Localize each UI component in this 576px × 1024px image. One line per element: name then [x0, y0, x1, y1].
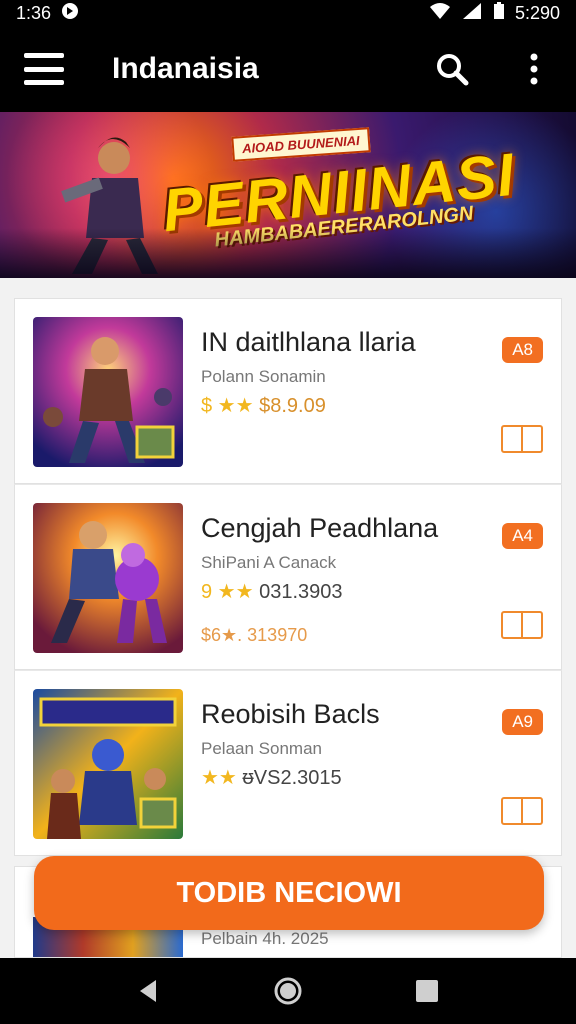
install-icon[interactable]	[501, 425, 543, 453]
game-publisher: ShiPani A Canack	[201, 553, 337, 572]
list-item[interactable]: Cengjah Peadhlana ShiPani A Canack 9 ★★ …	[14, 484, 562, 670]
rating-stars: 9 ★★	[201, 581, 254, 603]
recents-square-icon[interactable]	[407, 971, 447, 1011]
app-bar: Indanaisia	[0, 26, 576, 112]
game-publisher: Pelaan Sonman	[201, 739, 322, 758]
app-title: Indanaisia	[112, 52, 259, 85]
status-right: 5:290	[429, 1, 560, 25]
list-item[interactable]: IN daitlhlana llaria Polann Sonamin $ ★★…	[14, 298, 562, 484]
game-price: $8.9.09	[259, 395, 326, 417]
game-sale-price: $6★. 313970	[201, 625, 308, 645]
primary-action-button[interactable]: TODIB NECIOWI	[34, 856, 544, 930]
back-triangle-icon[interactable]	[129, 971, 169, 1011]
home-circle-icon[interactable]	[268, 971, 308, 1011]
signal-icon	[461, 2, 483, 25]
install-icon[interactable]	[501, 797, 543, 825]
game-title: IN daitlhlana llaria	[201, 327, 416, 357]
game-title: Cengjah Peadhlana	[201, 513, 439, 543]
game-publisher: Polann Sonamin	[201, 367, 326, 386]
game-price: 031.3903	[259, 581, 343, 603]
game-rating-price: 9 ★★ 031.3903	[201, 579, 343, 604]
hamburger-menu-icon[interactable]	[24, 53, 64, 85]
system-nav-bar	[0, 958, 576, 1024]
rating-stars: ★★	[201, 767, 237, 789]
battery-level: 5:290	[514, 2, 560, 23]
game-thumbnail	[33, 689, 183, 839]
promo-banner[interactable]: AIOAD BUUNENIAI PERNIINASI HAMBABAERERAR…	[0, 112, 576, 278]
game-list: IN daitlhlana llaria Polann Sonamin $ ★★…	[14, 298, 562, 856]
battery-icon	[493, 1, 505, 25]
game-title: Reobisih Bacls	[201, 699, 380, 729]
status-time: 1:36	[16, 2, 52, 23]
game-price: ᵿVS2.3015	[242, 767, 342, 789]
banner-crowd	[0, 228, 576, 278]
more-vert-icon[interactable]	[516, 51, 552, 87]
age-rating-badge: A9	[502, 709, 543, 735]
game-publisher: Pelbain 4h. 2025	[201, 929, 329, 948]
status-left: 1:36	[16, 2, 79, 25]
game-thumbnail	[33, 317, 183, 467]
app-actions	[434, 51, 552, 87]
age-rating-badge: A8	[502, 337, 543, 363]
list-item[interactable]: Reobisih Bacls Pelaan Sonman ★★ ᵿVS2.301…	[14, 670, 562, 856]
rating-stars: $ ★★	[201, 395, 254, 417]
search-icon[interactable]	[434, 51, 470, 87]
status-bar: 1:36 5:290	[0, 0, 576, 26]
notification-icon	[61, 2, 79, 25]
game-thumbnail	[33, 503, 183, 653]
wifi-icon	[429, 2, 451, 25]
install-icon[interactable]	[501, 611, 543, 639]
game-rating-price: ★★ ᵿVS2.3015	[201, 765, 342, 790]
game-rating-price: $ ★★ $8.9.09	[201, 393, 326, 418]
age-rating-badge: A4	[502, 523, 543, 549]
